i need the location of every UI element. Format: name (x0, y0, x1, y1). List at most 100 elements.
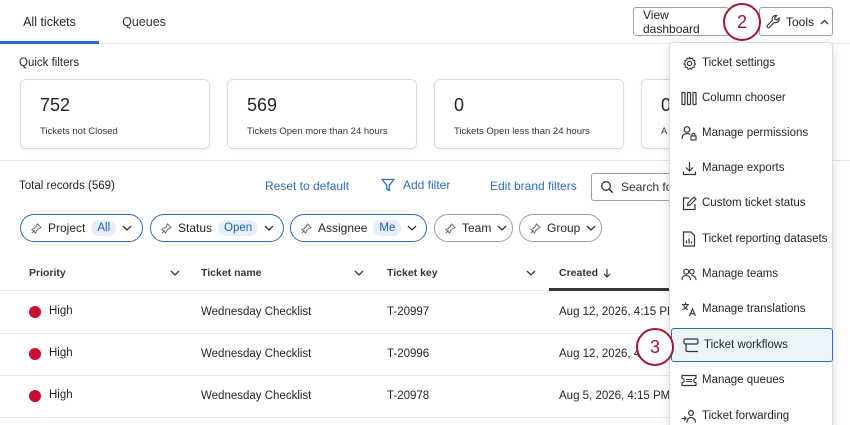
card-count: 569 (247, 95, 278, 115)
edit-brand-filters-link[interactable]: Edit brand filters (490, 179, 577, 193)
menu-item-label: Manage permissions (702, 127, 809, 139)
chevron-down-icon (122, 225, 132, 231)
filter-pill-group[interactable]: Group (519, 214, 602, 242)
column-header-ticket-key[interactable]: Ticket key (387, 267, 438, 279)
tab-all-tickets[interactable]: All tickets (0, 0, 99, 44)
column-header-ticket-name[interactable]: Ticket name (201, 267, 262, 279)
tools-label: Tools (786, 14, 815, 29)
card-label: A (661, 126, 668, 137)
search-input[interactable]: Search fo (591, 173, 681, 201)
row-ticket-name[interactable]: Wednesday Checklist (201, 348, 311, 360)
menu-item-manage-permissions[interactable]: Manage permissions (670, 116, 832, 150)
column-header-created[interactable]: Created (559, 267, 611, 279)
menu-item-ticket-settings[interactable]: Ticket settings (670, 46, 832, 80)
filter-label: Assignee (318, 221, 368, 235)
menu-item-label: Ticket forwarding (702, 410, 790, 422)
chevron-down-icon[interactable] (170, 270, 180, 276)
menu-item-label: Ticket reporting datasets (702, 233, 828, 245)
menu-item-label: Manage teams (702, 268, 779, 280)
pin-icon (31, 222, 42, 234)
active-tab-indicator (0, 41, 99, 44)
step-callout-badge: 3 (636, 328, 674, 366)
menu-item-manage-exports[interactable]: Manage exports (670, 151, 832, 185)
priority-high-dot (29, 348, 41, 360)
filter-label: Status (178, 221, 213, 235)
column-header-priority[interactable]: Priority (29, 267, 66, 279)
reset-to-default-link[interactable]: Reset to default (265, 179, 349, 193)
forward-icon (681, 408, 697, 424)
filter-label: Project (48, 221, 86, 235)
row-priority: High (49, 347, 73, 359)
add-filter-label: Add filter (403, 178, 451, 192)
menu-item-manage-queues[interactable]: Manage queues (670, 363, 832, 397)
gear-icon (681, 55, 697, 71)
card-label: Tickets Open less than 24 hours (454, 126, 590, 137)
filter-label: Group (547, 221, 581, 235)
row-ticket-name[interactable]: Wednesday Checklist (201, 390, 311, 402)
chevron-down-icon[interactable] (354, 270, 364, 276)
pin-icon (301, 222, 312, 234)
menu-item-label: Column chooser (702, 92, 786, 104)
menu-item-label: Manage translations (702, 303, 806, 315)
row-divider (0, 333, 670, 334)
row-ticket-name[interactable]: Wednesday Checklist (201, 306, 311, 318)
filter-pill-project[interactable]: Project All (20, 214, 143, 242)
edit-icon (681, 195, 697, 211)
menu-item-ticket-reporting-datasets[interactable]: Ticket reporting datasets (670, 222, 832, 256)
queue-icon (681, 372, 697, 388)
download-icon (681, 160, 697, 176)
tab-queues[interactable]: Queues (99, 0, 189, 44)
column-header-label: Ticket name (201, 267, 262, 279)
filter-value: Me (373, 220, 402, 236)
search-placeholder: Search fo (621, 180, 673, 194)
pin-icon (161, 222, 172, 234)
chevron-up-icon (820, 19, 829, 25)
filter-pill-assignee[interactable]: Assignee Me (290, 214, 427, 242)
workflow-icon (683, 337, 699, 353)
row-divider (0, 417, 670, 418)
menu-item-label: Custom ticket status (702, 197, 806, 209)
menu-item-manage-translations[interactable]: Manage translations (670, 292, 832, 326)
team-icon (681, 266, 697, 282)
chevron-down-icon (497, 225, 507, 231)
quick-filter-card[interactable]: 0 Tickets Open less than 24 hours (434, 79, 624, 149)
columns-icon (681, 90, 697, 106)
user-lock-icon (681, 125, 697, 141)
total-records: Total records (569) (19, 180, 115, 192)
pin-icon (530, 222, 541, 234)
wrench-icon (766, 14, 781, 29)
menu-item-ticket-forwarding[interactable]: Ticket forwarding (670, 399, 832, 425)
row-priority: High (49, 305, 73, 317)
filter-label: Team (462, 221, 492, 235)
row-ticket-key: T-20996 (387, 348, 430, 360)
column-header-label: Ticket key (387, 267, 438, 279)
filter-pill-status[interactable]: Status Open (150, 214, 284, 242)
chevron-down-icon[interactable] (526, 270, 536, 276)
chevron-down-icon (586, 225, 596, 231)
card-count: 752 (40, 95, 71, 115)
filter-value: Open (218, 220, 259, 236)
filter-pill-team[interactable]: Team (434, 214, 513, 242)
menu-item-manage-teams[interactable]: Manage teams (670, 257, 832, 291)
menu-item-label: Manage queues (702, 374, 785, 386)
view-dashboard-button[interactable]: View dashboard (633, 7, 729, 36)
menu-item-label: Ticket settings (702, 57, 776, 69)
step-callout-badge: 2 (723, 3, 761, 41)
menu-item-label: Manage exports (702, 162, 785, 174)
menu-item-column-chooser[interactable]: Column chooser (670, 81, 832, 115)
add-filter-button[interactable]: Add filter (381, 178, 450, 192)
row-ticket-key: T-20978 (387, 390, 430, 402)
quick-filter-card[interactable]: 569 Tickets Open more than 24 hours (227, 79, 417, 149)
row-priority: High (49, 389, 73, 401)
menu-item-custom-ticket-status[interactable]: Custom ticket status (670, 186, 832, 220)
column-header-label: Created (559, 267, 599, 279)
tools-dropdown-menu: Ticket settings Column chooser Manage pe… (669, 42, 833, 425)
chevron-down-icon (407, 225, 417, 231)
pin-icon (445, 222, 456, 234)
translate-icon (681, 301, 697, 317)
column-header-label: Priority (29, 267, 66, 279)
chevron-down-icon (264, 225, 274, 231)
report-icon (681, 231, 697, 247)
quick-filter-card[interactable]: 752 Tickets not Closed (20, 79, 210, 149)
menu-item-ticket-workflows[interactable]: Ticket workflows (671, 328, 833, 362)
